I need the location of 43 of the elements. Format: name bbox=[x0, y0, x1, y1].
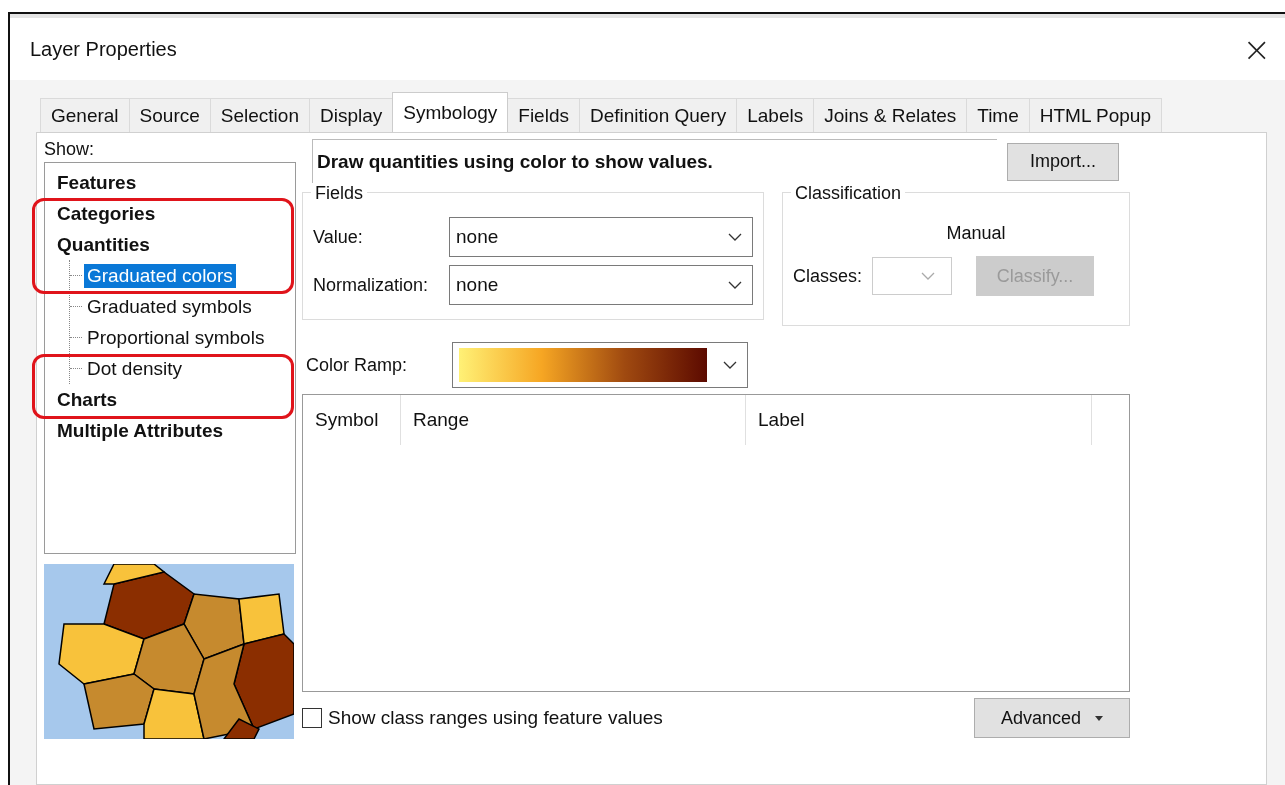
checkbox[interactable] bbox=[302, 708, 322, 728]
tab[interactable]: Symbology bbox=[392, 92, 509, 132]
field-label: Normalization: bbox=[313, 274, 430, 296]
tab[interactable]: Source bbox=[128, 98, 211, 132]
chevron-icon bbox=[728, 233, 742, 241]
tree-item[interactable]: Quantities bbox=[57, 229, 150, 260]
tree-item[interactable]: Dot density bbox=[84, 356, 186, 381]
tab[interactable]: Labels bbox=[736, 98, 815, 132]
tree-item[interactable]: Categories bbox=[57, 198, 156, 229]
tree-item[interactable]: Graduated symbols bbox=[84, 294, 255, 319]
tree-item[interactable]: Proportional symbols bbox=[84, 325, 268, 350]
window-title: Layer Properties bbox=[30, 37, 177, 61]
tab[interactable]: General bbox=[40, 98, 130, 132]
show-label: Show: bbox=[44, 139, 96, 160]
tree-item[interactable]: Features bbox=[57, 167, 137, 198]
tab[interactable]: Definition Query bbox=[579, 98, 738, 132]
tab[interactable]: HTML Popup bbox=[1028, 98, 1162, 132]
tree-item[interactable]: Graduated colors bbox=[84, 263, 236, 288]
column-header[interactable]: Range bbox=[401, 395, 746, 445]
tab[interactable]: Fields bbox=[507, 98, 580, 132]
color-ramp-label: Color Ramp: bbox=[306, 354, 409, 376]
advanced-button[interactable]: Advanced bbox=[974, 698, 1130, 738]
checkbox-label: Show class ranges using feature values bbox=[328, 707, 663, 729]
color-ramp-dropdown[interactable] bbox=[452, 342, 748, 388]
tab[interactable]: Display bbox=[309, 98, 394, 132]
column-header[interactable]: Symbol bbox=[303, 395, 401, 445]
chevron-icon bbox=[723, 361, 737, 369]
classification-method: Manual bbox=[946, 223, 1006, 244]
tab[interactable]: Joins & Relates bbox=[813, 98, 968, 132]
close-button[interactable]: × bbox=[1238, 32, 1275, 66]
chevron-icon bbox=[921, 272, 936, 280]
tab[interactable]: Time bbox=[966, 98, 1030, 132]
chevron-icon bbox=[728, 281, 742, 289]
caret-icon bbox=[1095, 715, 1104, 721]
tree-item[interactable]: Multiple Attributes bbox=[57, 415, 224, 446]
normalization-dropdown[interactable]: none bbox=[449, 265, 753, 305]
value-dropdown[interactable]: none bbox=[449, 217, 753, 257]
import-button[interactable]: Import... bbox=[1007, 142, 1119, 181]
column-header[interactable]: Label bbox=[746, 395, 1092, 445]
field-label: Classes: bbox=[793, 265, 863, 287]
tree-item[interactable]: Charts bbox=[57, 384, 118, 415]
tab[interactable]: Selection bbox=[209, 98, 310, 132]
field-label: Value: bbox=[313, 226, 364, 248]
